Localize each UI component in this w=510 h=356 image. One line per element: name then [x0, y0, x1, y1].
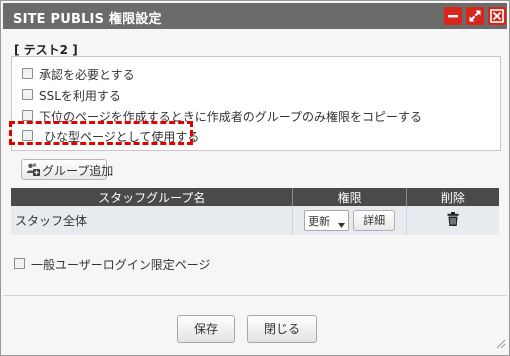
group-table: スタッフグループ名 権限 削除 スタッフ全体 更新 詳細: [11, 188, 499, 235]
group-name-cell: スタッフ全体: [11, 206, 294, 235]
maximize-icon[interactable]: [466, 7, 484, 25]
permission-select[interactable]: 更新: [304, 210, 350, 231]
checkbox[interactable]: [22, 68, 33, 79]
window-title: SITE PUBLIS 権限設定: [13, 12, 162, 27]
title-bar[interactable]: SITE PUBLIS 権限設定: [3, 3, 507, 29]
column-header-group-name: スタッフグループ名: [11, 188, 294, 206]
column-header-delete: 削除: [406, 188, 499, 206]
option-label: SSLを利用する: [39, 89, 121, 103]
save-button[interactable]: 保存: [177, 315, 235, 343]
checkbox[interactable]: [22, 110, 33, 121]
option-label: 承認を必要とする: [39, 68, 135, 82]
detail-button[interactable]: 詳細: [353, 210, 396, 231]
column-header-permission: 権限: [292, 188, 407, 206]
delete-cell: [406, 206, 499, 235]
group-add-icon: [26, 162, 40, 179]
table-row: スタッフ全体 更新 詳細: [11, 206, 499, 235]
checkbox[interactable]: [14, 258, 25, 269]
permission-cell: 更新 詳細: [292, 206, 407, 235]
add-group-button[interactable]: グループ追加: [21, 159, 113, 180]
table-header-row: スタッフグループ名 権限 削除: [11, 188, 499, 206]
permission-dialog: SITE PUBLIS 権限設定 [ テスト2 ] 承認を必要とする SSLを利…: [0, 0, 510, 356]
option-label: 一般ユーザーログイン限定ページ: [31, 258, 211, 272]
resize-grip-icon[interactable]: [496, 338, 506, 352]
highlight-box: [9, 121, 193, 145]
footer-divider: [3, 295, 507, 296]
trash-icon[interactable]: [447, 212, 459, 229]
dropdown-arrow-icon: [338, 217, 346, 231]
add-group-label: グループ追加: [42, 164, 114, 178]
close-icon[interactable]: [488, 7, 506, 25]
minimize-icon[interactable]: [444, 7, 462, 25]
close-button[interactable]: 閉じる: [247, 315, 317, 343]
checkbox[interactable]: [22, 89, 33, 100]
permission-select-value: 更新: [308, 215, 331, 228]
